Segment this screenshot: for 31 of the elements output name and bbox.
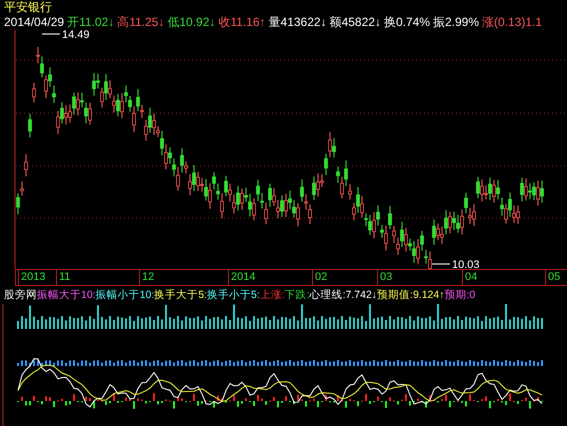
quote-date: 2014/04/29 — [4, 15, 64, 29]
stock-name: 平安银行 — [4, 0, 52, 16]
legend-item: 预期值:9.124↑ — [377, 288, 444, 302]
legend-item: 振幅小于10: — [96, 288, 154, 302]
quote-field: 低10.92↓ — [167, 14, 216, 30]
legend-item: 下跌: — [284, 288, 310, 302]
axis-label: 2014 — [231, 271, 256, 284]
axis-label: 05 — [548, 271, 560, 284]
axis-label: 11 — [59, 271, 70, 284]
quote-field: 开11.02↓ — [67, 14, 114, 30]
axis-label: 02 — [315, 271, 328, 284]
quote-field: 额45822↓ — [330, 14, 381, 30]
price-label: 14.49 — [62, 30, 90, 41]
legend-item: 股旁网 — [4, 288, 37, 302]
legend-item: 预期:0 — [444, 288, 476, 302]
legend-item: 振幅大于10: — [37, 288, 96, 302]
quote-field: 振2.99% — [432, 14, 479, 30]
quote-field: 量413622↓ — [268, 14, 327, 30]
quote-field: 高11.25↓ — [117, 14, 164, 30]
axis-label: 12 — [142, 271, 154, 284]
quote-field: 收11.16↑ — [218, 14, 266, 30]
legend-item: 上涨: — [260, 288, 285, 302]
axis-label: 2013 — [21, 271, 46, 284]
axis-label: 04 — [465, 271, 478, 284]
quote-field: 涨(0.13)1.1 — [482, 14, 542, 30]
axis-label: 03 — [380, 271, 392, 284]
quote-field: 换0.74% — [384, 14, 430, 30]
legend-item: 换手小于5: — [206, 288, 260, 302]
legend-item: 换手大于5: — [154, 288, 207, 302]
price-label: 10.03 — [452, 259, 480, 270]
legend-item: 心理线:7.742↓ — [310, 288, 378, 302]
